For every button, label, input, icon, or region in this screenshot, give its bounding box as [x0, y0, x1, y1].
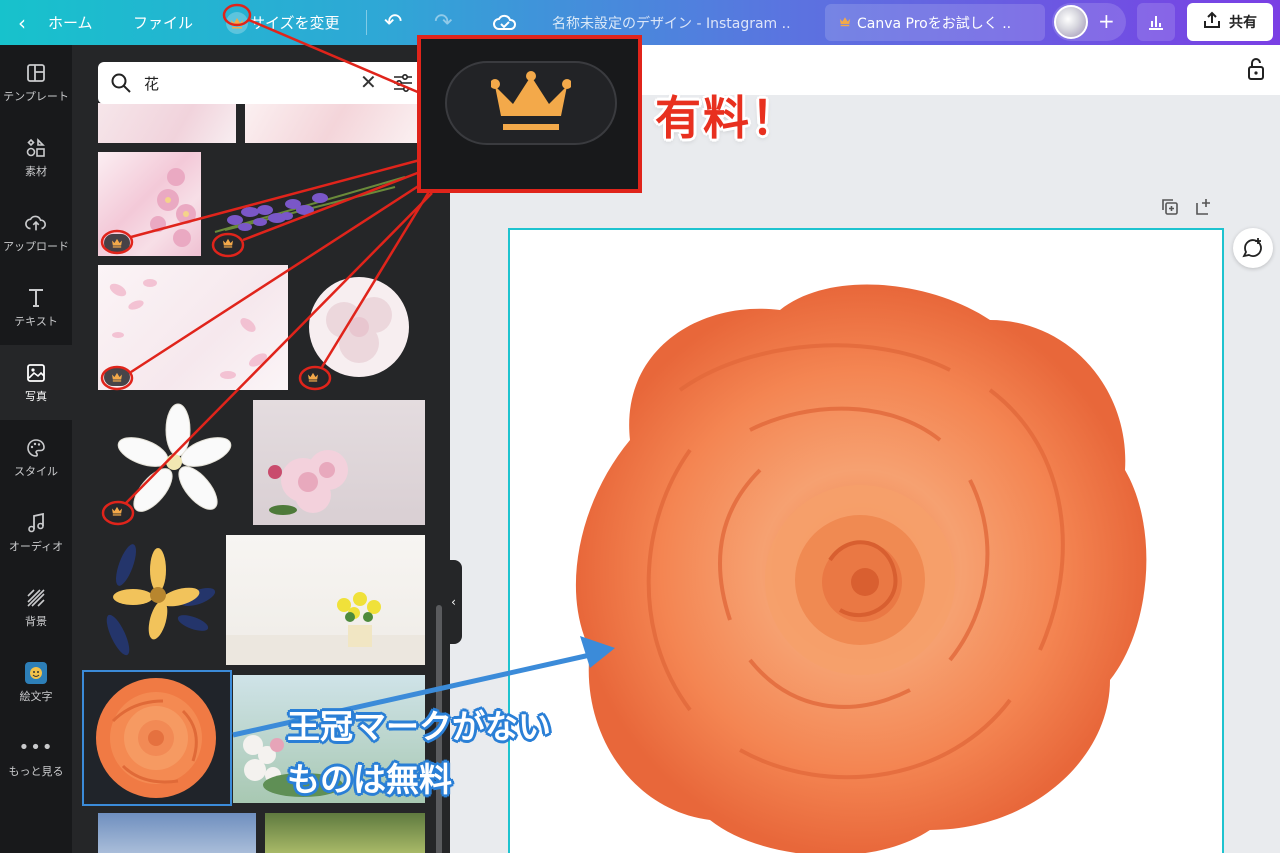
upload-share-icon [1203, 11, 1221, 33]
rose-image[interactable] [510, 230, 1224, 853]
photo-thumbnail[interactable] [245, 103, 425, 143]
photo-thumbnail[interactable] [98, 103, 236, 143]
crown-icon [104, 368, 130, 386]
rail-label: オーディオ [8, 539, 64, 553]
page-tools [1160, 197, 1214, 221]
photo-icon [25, 362, 47, 384]
avatar[interactable] [1054, 5, 1088, 39]
background-icon [25, 587, 47, 609]
lock-icon[interactable] [1246, 57, 1266, 85]
crown-icon [839, 15, 851, 31]
home-button[interactable]: ホーム [48, 0, 93, 45]
photo-thumbnail[interactable] [294, 265, 424, 390]
try-canva-pro-button[interactable]: Canva Proをお試しく .. [825, 4, 1045, 41]
selected-thumbnail-highlight [82, 670, 232, 806]
file-menu-button[interactable]: ファイル [133, 0, 193, 45]
clear-search-icon[interactable]: ✕ [360, 70, 377, 94]
design-artboard[interactable] [508, 228, 1224, 853]
free-annotation-line1: 王冠マークがない [287, 707, 551, 746]
rail-item-background[interactable]: 背景 [0, 570, 72, 645]
free-annotation-line2: ものは無料 [287, 760, 452, 799]
rail-item-audio[interactable]: オーディオ [0, 495, 72, 570]
add-comment-icon[interactable] [1233, 228, 1273, 268]
paid-annotation: 有料！ [655, 91, 799, 145]
crown-zoom-callout [417, 35, 642, 193]
rail-label: 写真 [25, 389, 47, 403]
rail-label: 素材 [25, 164, 47, 178]
photo-thumbnail[interactable] [98, 265, 288, 390]
rail-item-styles[interactable]: スタイル [0, 420, 72, 495]
photo-thumbnail[interactable] [98, 535, 218, 665]
photo-thumbnail[interactable] [253, 400, 425, 525]
filter-sliders-icon[interactable] [392, 72, 414, 98]
share-label: 共有 [1229, 15, 1257, 31]
resize-label: サイズを変更 [250, 14, 340, 32]
elements-icon [25, 137, 47, 159]
crown-icon [300, 368, 326, 386]
crown-icon [215, 234, 241, 252]
rail-item-text[interactable]: テキスト [0, 270, 72, 345]
pro-label: Canva Proをお試しく .. [857, 15, 1012, 32]
music-icon [25, 512, 47, 534]
rail-label: もっと見る [8, 764, 64, 778]
more-icon: ••• [18, 737, 54, 758]
search-bar[interactable]: 花 ✕ [98, 62, 428, 104]
emoji-icon [25, 661, 47, 684]
rail-label: テキスト [14, 314, 58, 328]
rail-label: 絵文字 [19, 689, 53, 703]
rail-label: スタイル [14, 464, 58, 478]
text-icon [25, 287, 47, 309]
rail-item-templates[interactable]: テンプレート [0, 45, 72, 120]
crown-icon [226, 11, 248, 34]
template-icon [25, 62, 47, 84]
photo-thumbnail[interactable] [205, 152, 415, 256]
photo-thumbnail[interactable] [98, 400, 243, 525]
rail-item-photos[interactable]: 写真 [0, 345, 72, 420]
insights-chart-icon[interactable] [1137, 3, 1175, 41]
upload-icon [25, 212, 47, 234]
share-button[interactable]: 共有 [1187, 3, 1273, 41]
rail-item-elements[interactable]: 素材 [0, 120, 72, 195]
left-side-rail: テンプレート 素材 アップロード テキスト 写真 スタイル オーディオ 背景 絵… [0, 45, 72, 853]
duplicate-page-icon[interactable] [1160, 197, 1180, 221]
crown-icon [491, 71, 571, 130]
rail-item-more[interactable]: ••• もっと見る [0, 720, 72, 795]
undo-icon[interactable]: ↶ [384, 0, 402, 45]
crown-badge-zoomed [445, 61, 617, 145]
rail-item-uploads[interactable]: アップロード [0, 195, 72, 270]
rail-label: アップロード [3, 239, 69, 253]
photo-thumbnail[interactable] [98, 813, 256, 853]
photo-thumbnail[interactable] [226, 535, 425, 665]
back-chevron-icon[interactable]: ‹ [18, 0, 26, 45]
crown-icon [104, 234, 130, 252]
search-icon [110, 72, 132, 98]
search-input[interactable]: 花 [144, 73, 159, 94]
photo-thumbnail[interactable] [98, 152, 201, 256]
rail-label: 背景 [25, 614, 47, 628]
crown-icon [104, 502, 130, 520]
rail-label: テンプレート [3, 89, 69, 103]
collapse-panel-chevron-icon[interactable]: ‹ [445, 560, 462, 644]
resize-button[interactable]: サイズを変更 [226, 0, 340, 45]
rail-item-emoji[interactable]: 絵文字 [0, 645, 72, 720]
add-collaborator-icon[interactable]: + [1098, 9, 1115, 33]
palette-icon [25, 437, 47, 459]
free-annotation: 王冠マークがない ものは無料 [287, 700, 551, 806]
add-page-icon[interactable] [1194, 197, 1214, 221]
photo-thumbnail[interactable] [265, 813, 425, 853]
collaborators-group[interactable]: + [1052, 3, 1126, 41]
toolbar-divider [366, 10, 367, 35]
